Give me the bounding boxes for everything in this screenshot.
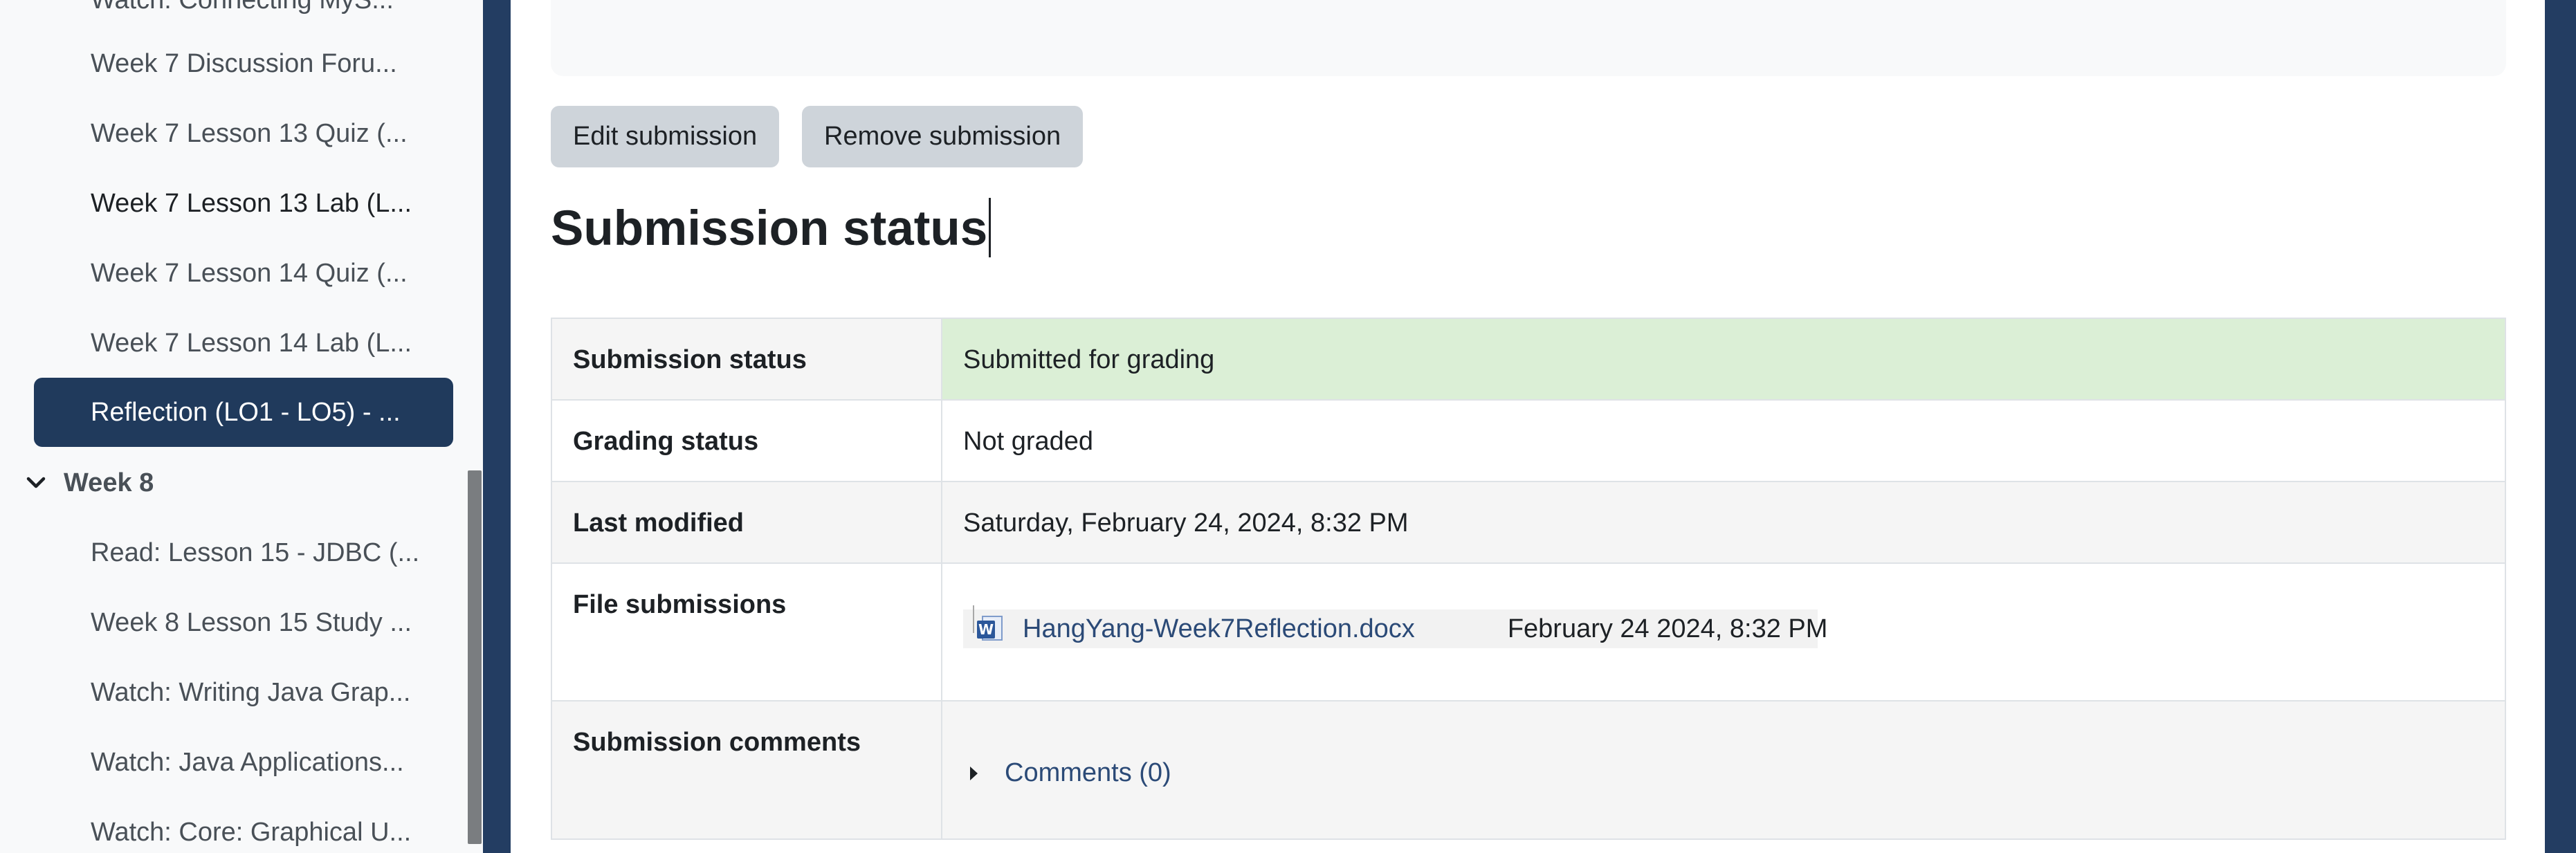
file-date: February 24 2024, 8:32 PM <box>1507 614 1828 643</box>
row-label: Submission comments <box>552 701 942 838</box>
sidebar-item[interactable]: Week 7 Lesson 14 Lab (L... <box>91 315 450 371</box>
table-row: Submission comments Comments (0) <box>552 701 2505 840</box>
row-value: W HangYang-Week7Reflection.docx February… <box>942 564 2505 700</box>
text-cursor <box>989 198 992 258</box>
file-entry: W HangYang-Week7Reflection.docx February… <box>963 605 1827 648</box>
app: Watch: Connecting MyS... Week 7 Discussi… <box>0 0 2576 853</box>
row-label: Last modified <box>552 482 942 562</box>
word-document-icon: W <box>976 615 1003 643</box>
page-border-left <box>483 0 511 853</box>
submission-status-table: Submission status Submitted for grading … <box>551 318 2506 840</box>
row-label: File submissions <box>552 564 942 700</box>
page-title: Submission status <box>551 198 992 262</box>
remove-submission-button[interactable]: Remove submission <box>802 106 1084 167</box>
page-border-right <box>2545 0 2576 853</box>
sidebar-item[interactable]: Week 7 Lesson 14 Quiz (... <box>91 246 450 301</box>
row-label: Grading status <box>552 401 942 481</box>
table-row: File submissions W HangYang-Week7Reflect… <box>552 564 2505 701</box>
table-row: Grading status Not graded <box>552 401 2505 482</box>
table-row: Last modified Saturday, February 24, 202… <box>552 482 2505 564</box>
sidebar-item[interactable]: Watch: Connecting MyS... <box>91 0 450 28</box>
table-row: Submission status Submitted for grading <box>552 319 2505 401</box>
sidebar-item[interactable]: Week 7 Lesson 13 Lab (L... <box>91 176 450 231</box>
chevron-down-icon[interactable] <box>26 473 46 493</box>
sidebar-item[interactable]: Read: Lesson 15 - JDBC (... <box>91 525 450 580</box>
section-title: Week 8 <box>64 468 154 497</box>
svg-text:W: W <box>978 621 994 638</box>
row-label: Submission status <box>552 319 942 399</box>
file-link[interactable]: HangYang-Week7Reflection.docx <box>1023 614 1415 644</box>
edit-submission-button[interactable]: Edit submission <box>551 106 780 167</box>
sidebar-item[interactable]: Week 7 Lesson 13 Quiz (... <box>91 106 450 161</box>
comments-toggle[interactable]: Comments (0) <box>969 758 2484 788</box>
submission-area <box>551 0 2506 76</box>
row-value: Comments (0) <box>942 701 2505 838</box>
row-value: Not graded <box>942 401 2505 481</box>
section-header-week-8[interactable]: Week 8 <box>25 455 440 511</box>
sidebar-item[interactable]: Watch: Java Applications... <box>91 735 450 790</box>
sidebar-item[interactable]: Week 7 Discussion Foru... <box>91 36 450 91</box>
page-title-text: Submission status <box>551 201 988 256</box>
sidebar-item[interactable]: Week 8 Lesson 15 Study ... <box>91 595 450 650</box>
sidebar-scrollbar[interactable] <box>468 470 482 844</box>
row-value: Saturday, February 24, 2024, 8:32 PM <box>942 482 2505 562</box>
sidebar-item[interactable]: Watch: Core: Graphical U... <box>91 805 450 853</box>
course-index-sidebar: Watch: Connecting MyS... Week 7 Discussi… <box>0 0 483 853</box>
sidebar-item-active[interactable]: Reflection (LO1 - LO5) - ... <box>34 378 453 447</box>
sidebar-item[interactable]: Watch: Writing Java Grap... <box>91 665 450 720</box>
status-badge: Submitted for grading <box>942 319 2505 399</box>
main-content: Edit submission Remove submission Submis… <box>511 0 2545 853</box>
caret-right-icon[interactable] <box>969 765 985 782</box>
tree-connector <box>973 605 974 633</box>
comments-link[interactable]: Comments (0) <box>1005 758 1171 788</box>
